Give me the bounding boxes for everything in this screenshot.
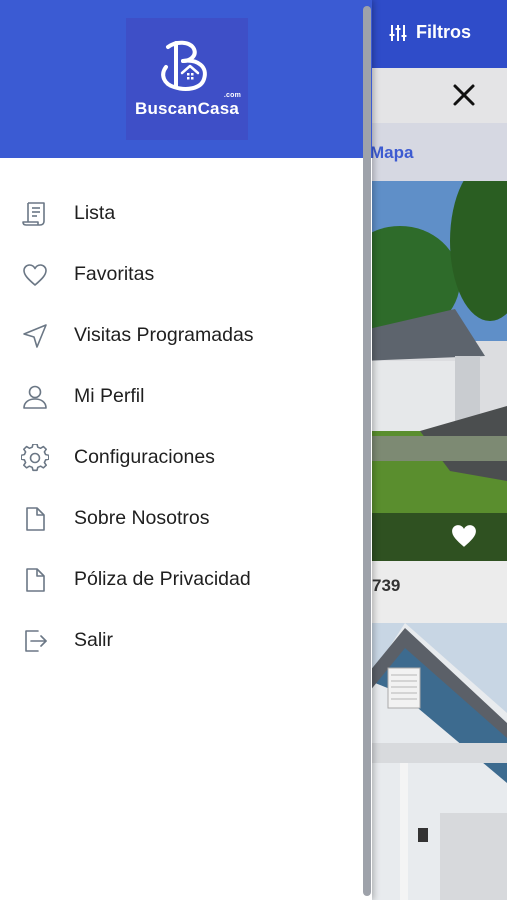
sliders-icon xyxy=(389,24,407,41)
drawer-menu: Lista Favoritas Visitas Programadas Mi P… xyxy=(0,183,360,671)
favorite-heart-icon[interactable] xyxy=(451,524,477,548)
close-icon[interactable] xyxy=(451,82,477,108)
drawer-scrollbar[interactable] xyxy=(363,6,371,896)
logout-icon xyxy=(20,626,50,656)
map-tab[interactable]: Mapa xyxy=(370,143,413,163)
gear-icon xyxy=(20,443,50,473)
listing-photo[interactable] xyxy=(360,623,507,900)
brand-logo: BuscanCasa .com xyxy=(126,18,248,140)
menu-item-label: Visitas Programadas xyxy=(74,324,254,346)
user-icon xyxy=(20,382,50,412)
menu-item-label: Lista xyxy=(74,202,116,224)
menu-item-salir[interactable]: Salir xyxy=(0,610,360,671)
filters-button[interactable]: Filtros xyxy=(388,22,471,43)
brand-name: BuscanCasa .com xyxy=(134,92,242,118)
navigation-drawer: BuscanCasa .com Lista Favoritas Visitas … xyxy=(0,0,372,900)
menu-item-label: Salir xyxy=(74,629,114,651)
menu-item-label: Configuraciones xyxy=(74,446,215,468)
listing-price: 739 xyxy=(372,576,401,595)
document-icon xyxy=(20,504,50,534)
drawer-header: BuscanCasa .com xyxy=(0,0,372,158)
filters-label: Filtros xyxy=(415,22,471,42)
menu-item-label: Favoritas xyxy=(74,263,155,285)
menu-item-configuraciones[interactable]: Configuraciones xyxy=(0,427,360,488)
listing-photo[interactable] xyxy=(360,181,507,561)
menu-item-label: Mi Perfil xyxy=(74,385,145,407)
navigation-arrow-icon xyxy=(20,321,50,351)
menu-item-favoritas[interactable]: Favoritas xyxy=(0,244,360,305)
menu-item-lista[interactable]: Lista xyxy=(0,183,360,244)
menu-item-mi-perfil[interactable]: Mi Perfil xyxy=(0,366,360,427)
document-icon xyxy=(20,565,50,595)
photo-overlay-bar xyxy=(360,513,507,561)
heart-icon xyxy=(20,260,50,290)
menu-item-sobre-nosotros[interactable]: Sobre Nosotros xyxy=(0,488,360,549)
menu-item-poliza-de-privacidad[interactable]: Póliza de Privacidad xyxy=(0,549,360,610)
list-document-icon xyxy=(20,199,50,229)
menu-item-label: Sobre Nosotros xyxy=(74,507,210,529)
house-b-logo-icon xyxy=(161,40,207,91)
menu-item-label: Póliza de Privacidad xyxy=(74,568,251,590)
menu-item-visitas-programadas[interactable]: Visitas Programadas xyxy=(0,305,360,366)
